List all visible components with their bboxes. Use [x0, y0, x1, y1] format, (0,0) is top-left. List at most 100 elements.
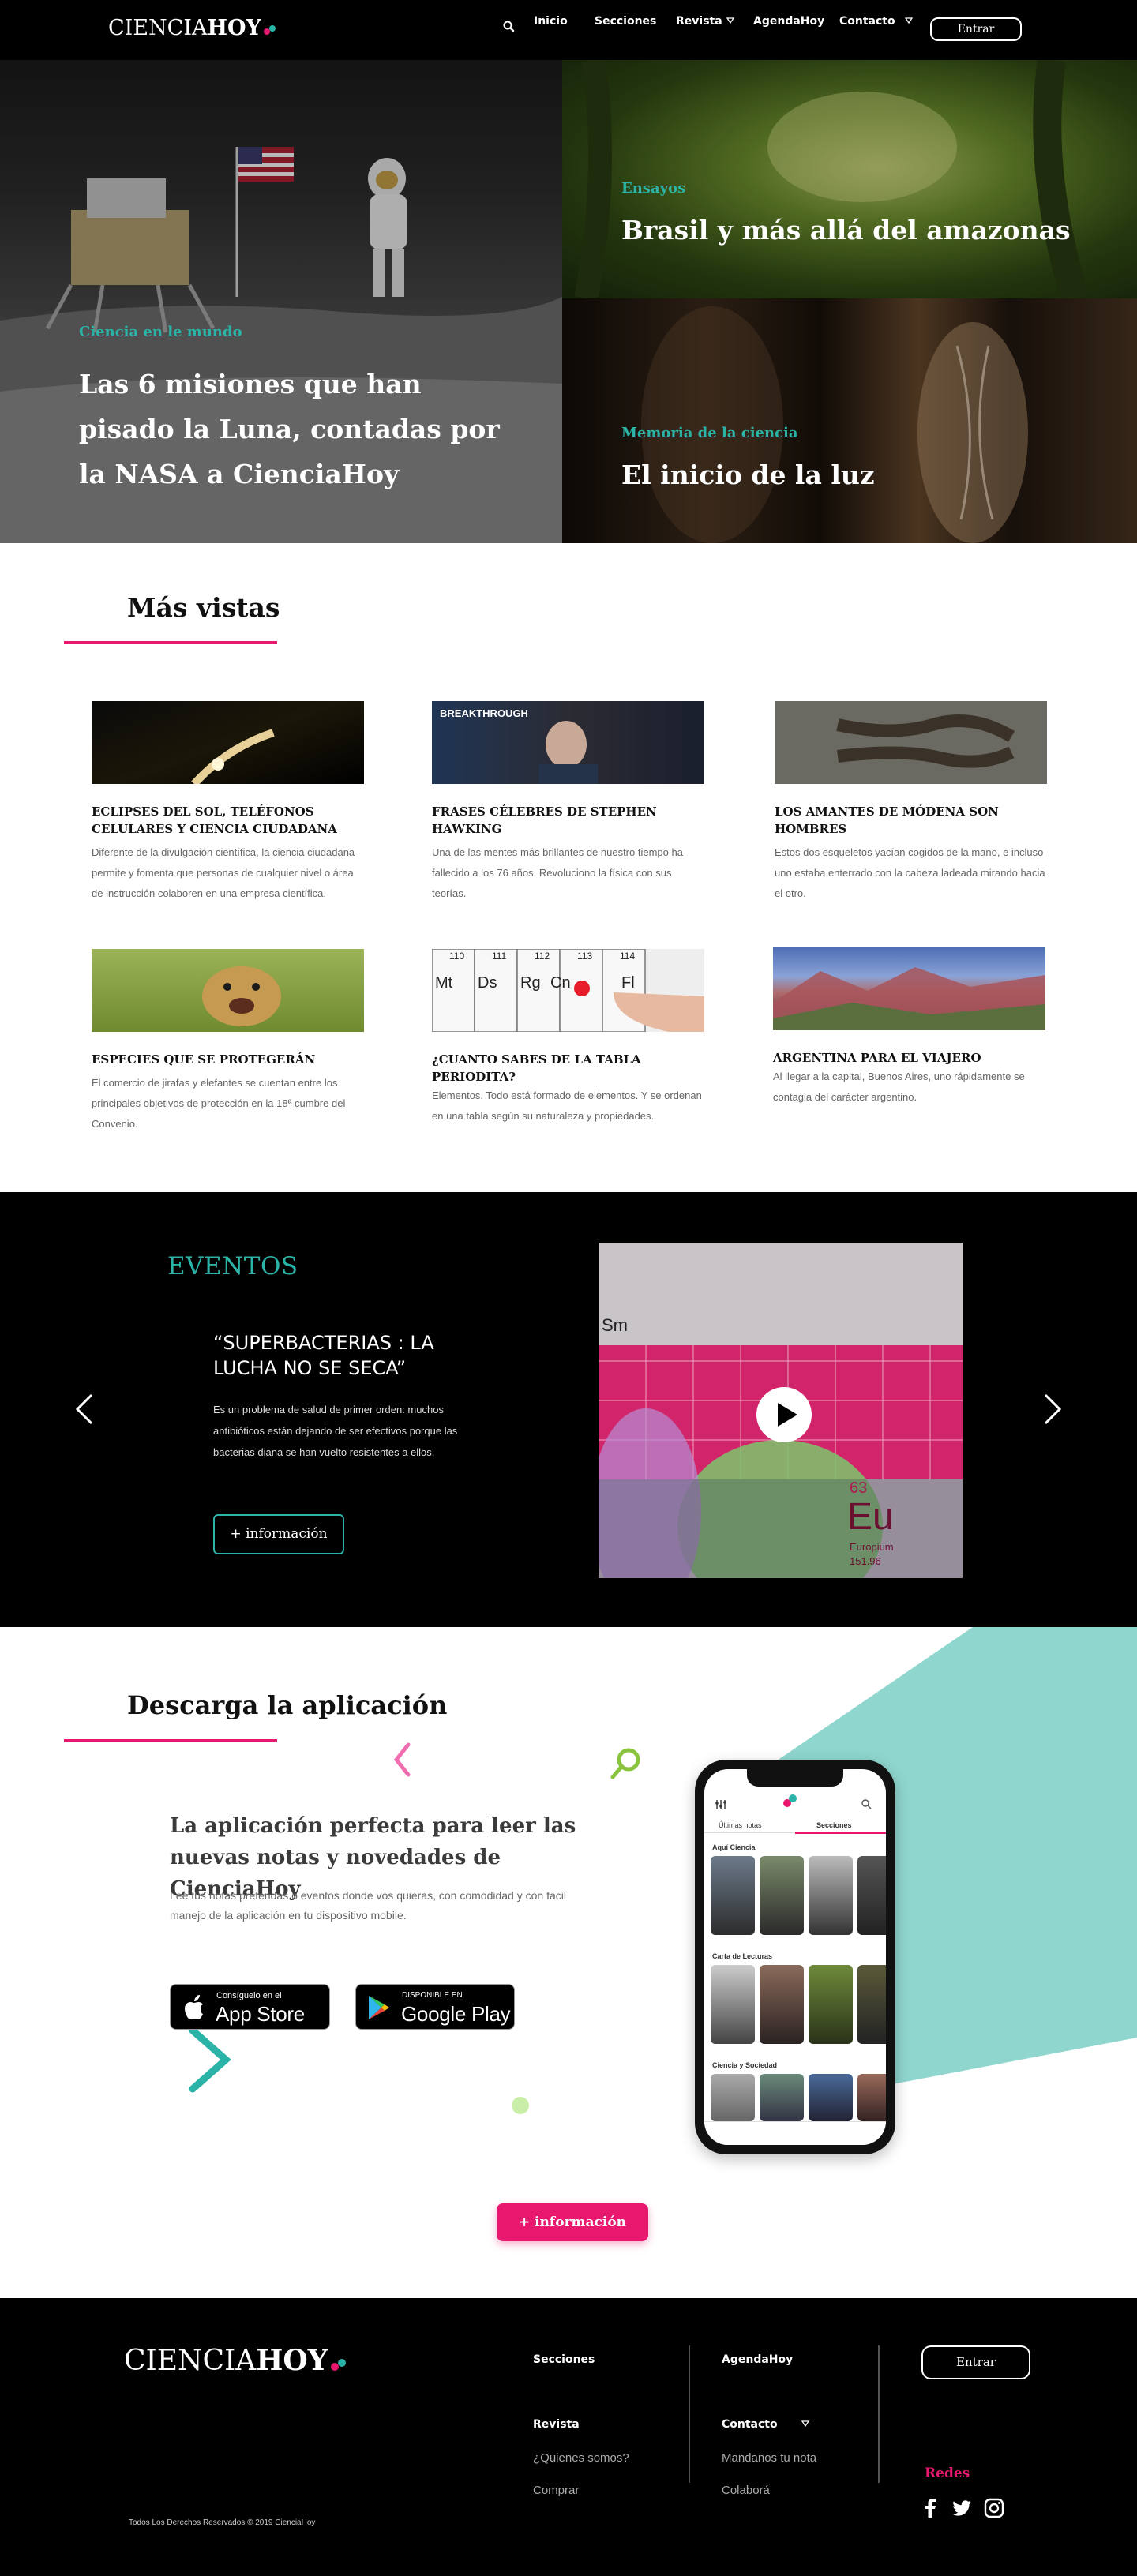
hero-luz-title: El inicio de la luz: [621, 459, 875, 490]
image-overlay: [562, 60, 1137, 298]
article-card-title: LOS AMANTES DE MÓDENA SON HOMBRES: [775, 804, 999, 836]
article-card-excerpt: El comercio de jirafas y elefantes se cu…: [92, 1077, 346, 1130]
google-play-label: Google Play: [401, 2002, 511, 2026]
element-number: 111: [492, 951, 507, 962]
app-more-info-button[interactable]: + información: [497, 2203, 648, 2241]
filter-icon: [715, 1800, 726, 1809]
hero-amazonas-title: Brasil y más allá del amazonas: [621, 215, 1071, 246]
chevron-left-icon[interactable]: [74, 1393, 95, 1425]
chevron-down-icon: [801, 2420, 809, 2427]
footer-link-revista[interactable]: Revista: [533, 2418, 580, 2431]
nav-link-revista[interactable]: Revista: [676, 15, 734, 28]
app-heading: Descarga la aplicación: [127, 1690, 448, 1720]
logo-dots-icon: [263, 24, 280, 37]
decor-dot: [512, 2097, 529, 2114]
article-card[interactable]: 110 111 112 113 114 Mt Ds Rg Cn Fl ¿CUAN…: [432, 949, 704, 1127]
element-symbol: Cn: [550, 974, 571, 992]
chevron-right-icon[interactable]: [1042, 1393, 1063, 1425]
article-card[interactable]: ESPECIES QUE SE PROTEGERÁN El comercio d…: [92, 949, 364, 1134]
decorative-triangle: [695, 1627, 1137, 2101]
element-symbol: Ds: [478, 974, 497, 992]
nav-link-inicio[interactable]: Inicio: [534, 15, 568, 28]
phone-thumb: [760, 1965, 804, 2044]
chevron-left-decor-icon: [393, 1742, 411, 1777]
footer-login-button[interactable]: Entrar: [921, 2345, 1030, 2379]
article-card-excerpt: Una de las mentes más brillantes de nues…: [432, 846, 683, 899]
article-card-excerpt: Diferente de la divulgación científica, …: [92, 846, 355, 899]
article-card-title: ARGENTINA PARA EL VIAJERO: [773, 1051, 981, 1065]
app-store-label: App Store: [216, 2002, 305, 2026]
nav-link-agendahoy[interactable]: AgendaHoy: [753, 15, 824, 28]
event-video[interactable]: Sm 63 Eu Europium 151.96: [599, 1243, 963, 1578]
hero-article-amazonas[interactable]: Ensayos Brasil y más allá del amazonas: [562, 60, 1137, 298]
chevron-down-icon: [904, 17, 913, 24]
article-card[interactable]: BREAKTHROUGH FRASES CÉLEBRES DE STEPHEN …: [432, 701, 704, 904]
footer-divider: [878, 2345, 880, 2483]
article-card-excerpt: Al llegar a la capital, Buenos Aires, un…: [773, 1071, 1025, 1103]
element-symbol: Sm: [602, 1315, 628, 1335]
nav-link-secciones[interactable]: Secciones: [595, 15, 656, 28]
apple-icon: [185, 1995, 203, 2019]
most-viewed-heading: Más vistas: [127, 592, 280, 623]
facebook-icon[interactable]: [920, 2498, 940, 2518]
hero-article-luz[interactable]: Memoria de la ciencia El inicio de la lu…: [562, 298, 1137, 543]
twitter-icon[interactable]: [951, 2498, 972, 2518]
chevron-down-icon: [726, 17, 734, 24]
hero-luz-category: Memoria de la ciencia: [621, 425, 798, 441]
hero-main-article[interactable]: Ciencia en le mundo Las 6 misiones que h…: [0, 60, 562, 543]
phone-section-title: Aquí Ciencia: [712, 1843, 756, 1851]
element-symbol: Rg: [520, 974, 541, 992]
footer-link-agendahoy[interactable]: AgendaHoy: [722, 2353, 793, 2366]
phone-mockup: Últimas notas Secciones Aquí Ciencia Car…: [695, 1760, 895, 2154]
app-store-button[interactable]: Consíguelo en el App Store: [170, 1984, 330, 2030]
footer-link-quienes-somos[interactable]: ¿Quienes somos?: [533, 2451, 629, 2465]
phone-tab-latest: Últimas notas: [719, 1821, 762, 1829]
nav-link-contacto-label: Contacto: [839, 15, 895, 28]
magnifier-decor-icon: [610, 1748, 640, 1779]
phone-thumb: [711, 1965, 755, 2044]
element-number: 112: [535, 951, 550, 962]
element-symbol: Mt: [435, 974, 453, 992]
phone-thumb: [857, 2074, 886, 2121]
footer-link-colabora[interactable]: Colaborá: [722, 2484, 770, 2497]
footer-link-comprar[interactable]: Comprar: [533, 2484, 579, 2497]
element-number: 113: [577, 951, 593, 962]
app-download-section: Descarga la aplicación La aplicación per…: [0, 1627, 1137, 2298]
instagram-icon[interactable]: [984, 2498, 1004, 2518]
brand-name-part2: HOY: [256, 2344, 328, 2377]
brand-logo[interactable]: CIENCIA HOY: [108, 16, 280, 40]
periodic-table-image: 110 111 112 113 114 Mt Ds Rg Cn Fl: [432, 949, 704, 1032]
events-heading: EVENTOS: [167, 1252, 298, 1281]
search-icon: [861, 1799, 872, 1809]
chevron-right-decor-icon: [189, 2027, 231, 2093]
article-card[interactable]: ARGENTINA PARA EL VIAJERO Al llegar a la…: [773, 947, 1045, 1108]
footer: CIENCIA HOY Secciones Revista ¿Quienes so…: [0, 2298, 1137, 2576]
phone-thumb: [809, 1965, 853, 2044]
article-card-excerpt: Estos dos esqueletos yacían cogidos de l…: [775, 846, 1045, 899]
login-button[interactable]: Entrar: [930, 17, 1022, 41]
logo-dots-icon: [331, 2357, 351, 2373]
footer-link-mandanos-nota[interactable]: Mandanos tu nota: [722, 2451, 816, 2465]
article-card-title: ECLIPSES DEL SOL, TELÉFONOS CELULARES Y …: [92, 804, 337, 836]
phone-thumb: [857, 1965, 886, 2044]
search-icon[interactable]: [502, 20, 516, 34]
footer-link-contacto[interactable]: Contacto: [722, 2418, 809, 2431]
event-more-info-button[interactable]: + información: [213, 1514, 344, 1554]
article-card[interactable]: LOS AMANTES DE MÓDENA SON HOMBRES Estos …: [775, 701, 1047, 904]
nav-link-contacto[interactable]: Contacto: [839, 15, 913, 28]
article-card[interactable]: ECLIPSES DEL SOL, TELÉFONOS CELULARES Y …: [92, 701, 364, 904]
hero-grid: Ciencia en le mundo Las 6 misiones que h…: [0, 60, 1137, 543]
event-description: Es un problema de salud de primer orden:…: [213, 1404, 458, 1458]
phone-bottom-bar: [704, 2121, 886, 2145]
footer-link-secciones[interactable]: Secciones: [533, 2353, 595, 2366]
brand-name-part2: HOY: [207, 16, 261, 40]
phone-section-title: Carta de Lecturas: [712, 1952, 773, 1960]
phone-thumb: [809, 2074, 853, 2121]
footer-logo[interactable]: CIENCIA HOY: [124, 2344, 351, 2377]
google-play-button[interactable]: DISPONIBLE EN Google Play: [355, 1984, 515, 2030]
play-icon[interactable]: [756, 1387, 812, 1442]
element-number: 114: [620, 951, 636, 962]
serval-image: [92, 949, 364, 1032]
social-heading: Redes: [925, 2465, 970, 2481]
app-description: Lee tus notas preferidas o eventos donde…: [170, 1889, 566, 1922]
